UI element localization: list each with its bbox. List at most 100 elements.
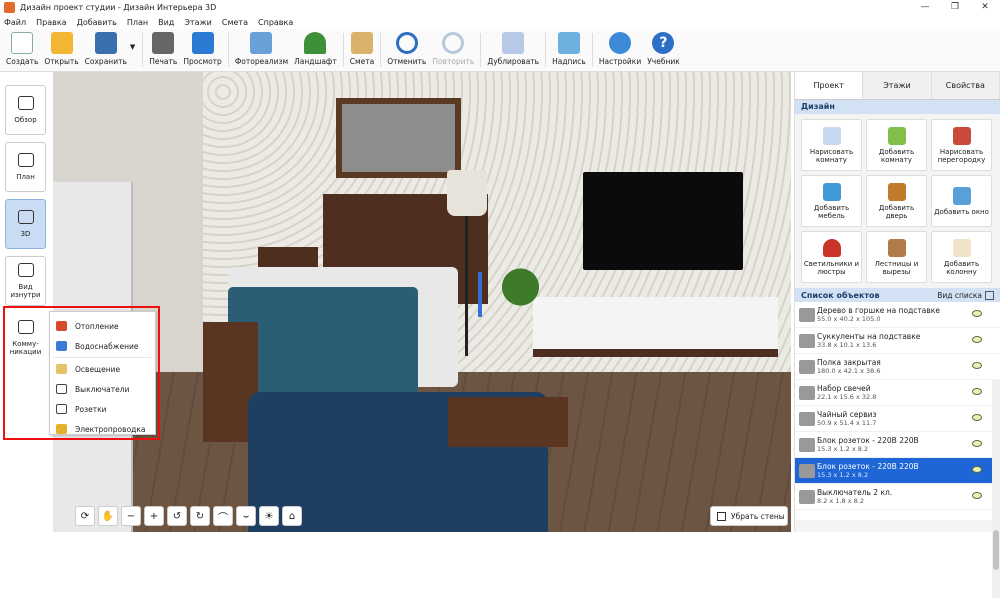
plan-button[interactable]: План bbox=[5, 142, 46, 192]
3d-viewport[interactable] bbox=[53, 72, 791, 532]
draw-partition-button[interactable]: Нарисовать перегородку bbox=[931, 119, 992, 171]
redo-button[interactable]: Повторить bbox=[429, 29, 477, 71]
rotate-left-button[interactable]: ↺ bbox=[167, 506, 187, 526]
tutorial-button[interactable]: ? Учебник bbox=[644, 29, 683, 71]
coffee-table bbox=[448, 397, 568, 447]
add-furniture-button[interactable]: Добавить мебель bbox=[801, 175, 862, 227]
gear-icon bbox=[609, 32, 632, 54]
list-item-selected[interactable]: Блок розеток - 220В 220В 15.3 x 1.2 x 8.2 bbox=[795, 458, 1000, 484]
visibility-eye-icon[interactable] bbox=[972, 336, 982, 343]
tab-project[interactable]: Проект bbox=[795, 72, 864, 99]
menu-floors[interactable]: Этажи bbox=[184, 18, 212, 27]
right-panel: Проект Этажи Свойства Дизайн Нарисовать … bbox=[794, 72, 1000, 598]
help-icon: ? bbox=[652, 32, 675, 54]
duplicate-button[interactable]: Дублировать bbox=[484, 29, 542, 71]
add-window-button[interactable]: Добавить окно bbox=[931, 175, 992, 227]
list-item[interactable]: Дерево в горшке на подставке 55.0 x 40.2 … bbox=[795, 302, 1000, 328]
stairs-button[interactable]: Лестницы и вырезы bbox=[866, 231, 927, 283]
undo-icon bbox=[395, 32, 418, 54]
menu-plan[interactable]: План bbox=[127, 18, 148, 27]
visibility-eye-icon[interactable] bbox=[972, 362, 982, 369]
list-icon bbox=[985, 290, 994, 300]
candles-thumb-icon bbox=[799, 386, 815, 400]
estimate-button[interactable]: Смета bbox=[347, 29, 377, 71]
minimize-button[interactable]: — bbox=[910, 0, 940, 15]
menu-estimate[interactable]: Смета bbox=[222, 18, 248, 27]
visibility-eye-icon[interactable] bbox=[972, 310, 982, 317]
move-gizmo[interactable] bbox=[478, 272, 482, 317]
create-button[interactable]: Создать bbox=[3, 29, 41, 71]
menu-switches[interactable]: Выключатели bbox=[50, 379, 155, 399]
rotate-360-button[interactable]: ⟳ bbox=[75, 506, 95, 526]
menu-help[interactable]: Справка bbox=[258, 18, 293, 27]
visibility-eye-icon[interactable] bbox=[972, 466, 982, 473]
pan-button[interactable]: ✋ bbox=[98, 506, 118, 526]
save-dropdown-icon[interactable]: ▼ bbox=[130, 43, 135, 51]
zoom-in-button[interactable]: + bbox=[144, 506, 164, 526]
open-button[interactable]: Открыть bbox=[41, 29, 81, 71]
menu-file[interactable]: Файл bbox=[4, 18, 26, 27]
menu-lighting[interactable]: Освещение bbox=[50, 359, 155, 379]
view-list-button[interactable]: Вид списка bbox=[937, 290, 994, 300]
visibility-eye-icon[interactable] bbox=[972, 414, 982, 421]
menu-sockets[interactable]: Розетки bbox=[50, 399, 155, 419]
tilt-down-button[interactable]: ⌣ bbox=[236, 506, 256, 526]
overview-button[interactable]: Обзор bbox=[5, 85, 46, 135]
zoom-out-button[interactable]: − bbox=[121, 506, 141, 526]
plant-thumb-icon bbox=[799, 308, 815, 322]
tab-properties[interactable]: Свойства bbox=[931, 72, 1000, 99]
list-item[interactable]: Блок розеток - 220В 220В 15.3 x 1.2 x 8.2 bbox=[795, 432, 1000, 458]
add-door-button[interactable]: Добавить дверь bbox=[866, 175, 927, 227]
list-item[interactable]: Суккуленты на подставке 33.8 x 10.1 x 13.… bbox=[795, 328, 1000, 354]
rotate-right-button[interactable]: ↻ bbox=[190, 506, 210, 526]
window-icon bbox=[952, 186, 971, 205]
menu-heating[interactable]: Отопление bbox=[50, 316, 155, 336]
estimate-icon bbox=[350, 32, 373, 54]
tilt-up-button[interactable]: ⌒ bbox=[213, 506, 233, 526]
printer-icon bbox=[152, 32, 175, 54]
lights-button[interactable]: Светильники и люстры bbox=[801, 231, 862, 283]
list-item[interactable]: Выключатель 2 кл. 8.2 x 1.8 x 8.2 bbox=[795, 484, 1000, 510]
inside-view-button[interactable]: Вид изнутри bbox=[5, 256, 46, 306]
panel-tabs: Проект Этажи Свойства bbox=[795, 72, 1000, 100]
tab-floors[interactable]: Этажи bbox=[863, 72, 932, 99]
visibility-eye-icon[interactable] bbox=[972, 388, 982, 395]
door-icon bbox=[887, 182, 906, 201]
landscape-button[interactable]: Ландшафт bbox=[291, 29, 340, 71]
add-room-button[interactable]: Добавить комнату bbox=[866, 119, 927, 171]
remove-walls-button[interactable]: Убрать стены bbox=[710, 506, 788, 526]
list-item[interactable]: Чайный сервиз 50.9 x 51.4 x 11.7 bbox=[795, 406, 1000, 432]
floor-lamp bbox=[447, 170, 487, 216]
undo-button[interactable]: Отменить bbox=[384, 29, 429, 71]
preview-button[interactable]: Просмотр bbox=[180, 29, 225, 71]
menu-wiring[interactable]: Электропроводка bbox=[50, 419, 155, 439]
object-list-scrollbar[interactable] bbox=[992, 380, 1000, 598]
add-room-icon bbox=[887, 126, 906, 145]
switch-icon bbox=[56, 384, 67, 394]
draw-room-button[interactable]: Нарисовать комнату bbox=[801, 119, 862, 171]
menu-water[interactable]: Водоснабжение bbox=[50, 336, 155, 356]
visibility-eye-icon[interactable] bbox=[972, 440, 982, 447]
visibility-eye-icon[interactable] bbox=[972, 492, 982, 499]
settings-button[interactable]: Настройки bbox=[596, 29, 644, 71]
eye-icon bbox=[17, 96, 34, 110]
photorealism-button[interactable]: Фотореализм bbox=[232, 29, 291, 71]
communications-menu: Отопление Водоснабжение Освещение Выключ… bbox=[49, 311, 156, 435]
palette-icon bbox=[557, 32, 580, 54]
save-button[interactable]: Сохранить bbox=[82, 29, 130, 71]
light-button[interactable]: ☀ bbox=[259, 506, 279, 526]
list-item[interactable]: Полка закрытая 180.0 x 42.1 x 38.6 bbox=[795, 354, 1000, 380]
home-button[interactable]: ⌂ bbox=[282, 506, 302, 526]
add-column-button[interactable]: Добавить колонну bbox=[931, 231, 992, 283]
print-button[interactable]: Печать bbox=[146, 29, 180, 71]
close-button[interactable]: ✕ bbox=[970, 0, 1000, 15]
tree-icon bbox=[304, 32, 327, 54]
menu-view[interactable]: Вид bbox=[158, 18, 174, 27]
menu-edit[interactable]: Правка bbox=[36, 18, 66, 27]
maximize-button[interactable]: ❐ bbox=[940, 0, 970, 15]
labels-button[interactable]: Надпись bbox=[549, 29, 589, 71]
view-3d-button[interactable]: 3D bbox=[5, 199, 46, 249]
duplicate-icon bbox=[502, 32, 525, 54]
list-item[interactable]: Набор свечей 22.1 x 15.6 x 32.8 bbox=[795, 380, 1000, 406]
menu-add[interactable]: Добавить bbox=[77, 18, 117, 27]
